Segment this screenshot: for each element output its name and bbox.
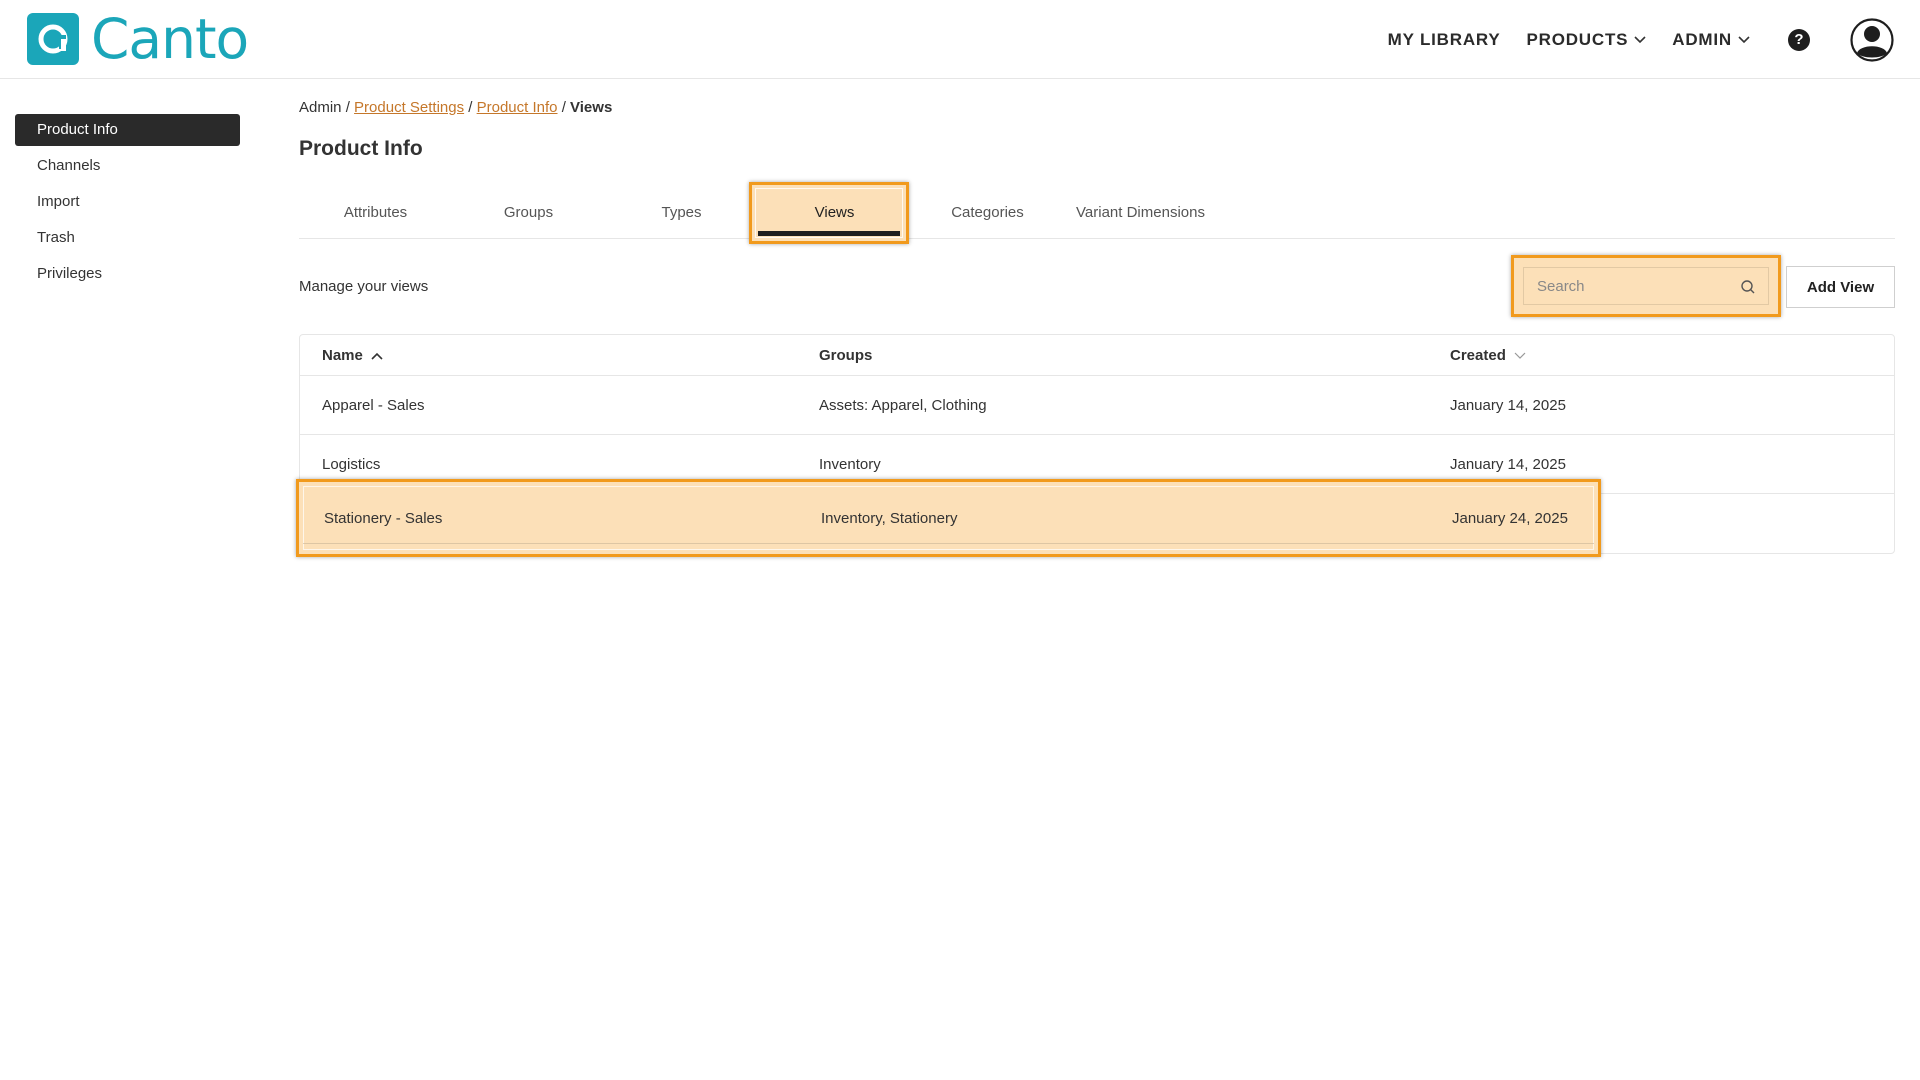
breadcrumb-separator: /: [468, 99, 473, 116]
user-avatar-icon[interactable]: [1850, 17, 1894, 62]
search-icon: [1741, 280, 1755, 294]
breadcrumb-separator: /: [345, 99, 350, 116]
cell-groups: Inventory: [819, 455, 881, 473]
search-placeholder: Search: [1537, 277, 1585, 295]
search-input[interactable]: Search: [1523, 267, 1769, 305]
cell-name: Apparel - Sales: [322, 396, 425, 414]
nav-my-library[interactable]: MY LIBRARY: [1388, 30, 1501, 50]
search-highlight: Search: [1511, 255, 1781, 317]
tab-label: Variant Dimensions: [1076, 203, 1205, 221]
breadcrumb-product-settings-link[interactable]: Product Settings: [354, 99, 464, 116]
tab-groups[interactable]: Groups: [452, 185, 605, 239]
tab-categories[interactable]: Categories: [911, 185, 1064, 239]
sidebar-item-product-info[interactable]: Product Info: [15, 114, 240, 146]
breadcrumb-separator: /: [561, 99, 566, 116]
cell-name: Logistics: [322, 455, 381, 473]
help-icon[interactable]: ?: [1788, 28, 1810, 51]
nav-products-label: PRODUCTS: [1526, 29, 1629, 49]
breadcrumb: Admin / Product Settings / Product Info …: [299, 99, 612, 116]
column-header-groups: Groups: [819, 346, 873, 364]
page-title: Product Info: [299, 137, 423, 160]
column-header-created-label: Created: [1450, 346, 1506, 364]
tab-label: Types: [661, 203, 702, 221]
cell-created: January 14, 2025: [1450, 396, 1566, 414]
table-row[interactable]: Apparel - Sales Assets: Apparel, Clothin…: [300, 376, 1894, 435]
add-view-button[interactable]: Add View: [1786, 266, 1895, 308]
sidebar-item-import[interactable]: Import: [15, 186, 240, 218]
active-tab-underline: [758, 231, 900, 236]
column-header-created[interactable]: Created: [1450, 347, 1526, 364]
sidebar-item-privileges[interactable]: Privileges: [15, 258, 240, 290]
canto-logo[interactable]: Canto: [27, 7, 249, 71]
tab-label: Attributes: [343, 203, 408, 221]
sidebar-item-trash[interactable]: Trash: [15, 222, 240, 254]
chevron-down-icon: [1634, 35, 1646, 43]
admin-sidebar: Product Info Channels Import Trash Privi…: [15, 114, 240, 294]
cell-groups: Inventory, Stationery: [821, 510, 958, 527]
chevron-down-icon: [1738, 35, 1750, 43]
breadcrumb-admin: Admin: [299, 99, 342, 116]
cell-created: January 24, 2025: [1452, 510, 1568, 527]
nav-admin-label: ADMIN: [1672, 29, 1732, 49]
breadcrumb-product-info-link[interactable]: Product Info: [477, 99, 558, 116]
sidebar-item-channels[interactable]: Channels: [15, 150, 240, 182]
nav-admin[interactable]: ADMIN: [1672, 30, 1750, 50]
tab-attributes[interactable]: Attributes: [299, 185, 452, 239]
breadcrumb-current: Views: [570, 99, 613, 116]
tab-bar: Attributes Groups Types Views Categories…: [299, 182, 1895, 244]
nav-my-library-label: MY LIBRARY: [1387, 29, 1501, 49]
cell-groups: Assets: Apparel, Clothing: [819, 396, 987, 414]
brand-name: Canto: [91, 7, 249, 71]
tab-types[interactable]: Types: [605, 185, 758, 239]
tab-label: Groups: [503, 203, 554, 221]
nav-products[interactable]: PRODUCTS: [1526, 30, 1646, 50]
column-header-name[interactable]: Name: [322, 347, 383, 364]
top-header: Canto MY LIBRARY PRODUCTS ADMIN ?: [0, 0, 1920, 79]
table-row-selected[interactable]: Stationery - Sales Inventory, Stationery…: [296, 479, 1601, 557]
cell-created: January 14, 2025: [1450, 455, 1566, 473]
tab-variant-dimensions[interactable]: Variant Dimensions: [1064, 185, 1217, 239]
top-nav: MY LIBRARY PRODUCTS ADMIN ?: [1388, 0, 1920, 79]
column-header-name-label: Name: [322, 346, 363, 364]
tab-label: Views: [814, 203, 855, 221]
chevron-down-icon: [1514, 352, 1526, 359]
manage-views-label: Manage your views: [299, 278, 429, 295]
table-header-row: Name Groups Created: [300, 335, 1894, 376]
canto-logo-icon: [27, 13, 79, 65]
sort-ascending-icon: [371, 352, 383, 360]
cell-name: Stationery - Sales: [324, 510, 443, 527]
tab-label: Categories: [951, 203, 1024, 221]
